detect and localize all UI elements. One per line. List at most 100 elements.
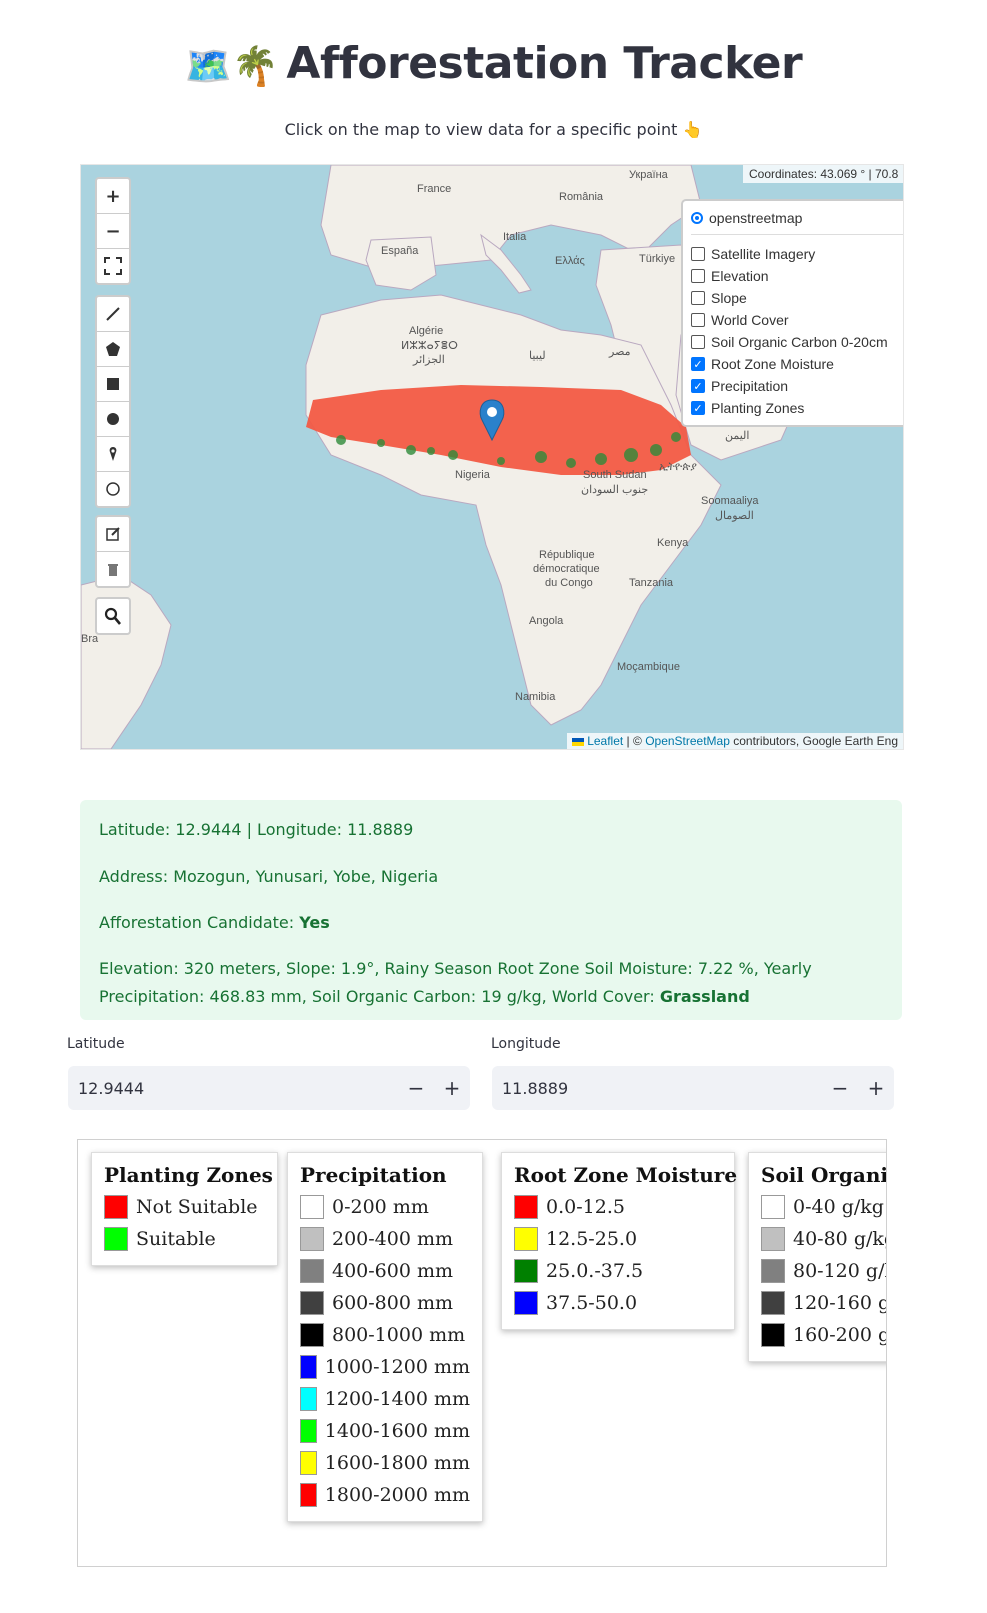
legend-item: Not Suitable	[104, 1191, 265, 1223]
draw-marker-button[interactable]	[97, 437, 129, 472]
legend-panel: Planting Zones Not Suitable Suitable Pre…	[77, 1139, 887, 1567]
latitude-input[interactable]: 12.9444 − +	[68, 1066, 470, 1110]
legend-item: 0.0-12.5	[514, 1191, 722, 1223]
world-cover-value: Grassland	[659, 987, 750, 1006]
legend-swatch	[514, 1227, 538, 1251]
legend-swatch	[761, 1259, 785, 1283]
legend-label: 0-200 mm	[332, 1196, 429, 1218]
longitude-increment-button[interactable]: +	[858, 1076, 894, 1100]
longitude-label: Longitude	[491, 1036, 561, 1052]
map-attribution: Leaflet | © OpenStreetMap contributors, …	[567, 733, 903, 749]
layer-control[interactable]: openstreetmap Satellite Imagery Elevatio…	[681, 199, 903, 427]
map-label-drc: République	[539, 549, 595, 561]
checkbox-checked-icon[interactable]: ✓	[691, 379, 705, 393]
zoom-out-button[interactable]: −	[97, 214, 129, 249]
zoom-in-button[interactable]: +	[97, 179, 129, 214]
overlay-slope[interactable]: Slope	[691, 287, 903, 309]
checkbox-icon[interactable]	[691, 269, 705, 283]
legend-swatch	[761, 1291, 785, 1315]
longitude-decrement-button[interactable]: −	[822, 1076, 858, 1100]
legend-item: 40-80 g/kg	[761, 1223, 886, 1255]
page-title-text: Afforestation Tracker	[286, 38, 803, 89]
fullscreen-icon	[104, 257, 122, 275]
edit-layers-button[interactable]	[97, 517, 129, 552]
map-label-drc-3: du Congo	[545, 577, 593, 589]
overlay-label: Slope	[711, 290, 747, 306]
base-layer-openstreetmap[interactable]: openstreetmap	[691, 207, 903, 229]
checkbox-checked-icon[interactable]: ✓	[691, 401, 705, 415]
legend-item: 1800-2000 mm	[300, 1479, 470, 1511]
legend-item: Suitable	[104, 1223, 265, 1255]
checkbox-icon[interactable]	[691, 335, 705, 349]
map-label-algeria: Algérie	[409, 325, 444, 337]
overlay-label: Elevation	[711, 268, 769, 284]
latitude-label: Latitude	[67, 1036, 125, 1052]
checkbox-icon[interactable]	[691, 313, 705, 327]
legend-label: 800-1000 mm	[332, 1324, 466, 1346]
map-search-button[interactable]	[97, 599, 129, 633]
legend-item: 200-400 mm	[300, 1223, 470, 1255]
overlay-label: Precipitation	[711, 378, 789, 394]
map-label-algeria-tifinagh: ⵍⵣⵣⴰⵢⴻⵔ	[401, 340, 458, 352]
details-text: Elevation: 320 meters, Slope: 1.9°, Rain…	[99, 955, 889, 1011]
draw-circlemarker-button[interactable]	[97, 472, 129, 506]
checkbox-icon[interactable]	[691, 247, 705, 261]
map-label-south-sudan-arabic: جنوب السودان	[581, 484, 649, 496]
circlemarker-icon	[106, 482, 120, 496]
legend-item: 600-800 mm	[300, 1287, 470, 1319]
legend-label: 1200-1400 mm	[324, 1388, 470, 1410]
legend-swatch	[300, 1323, 324, 1347]
point-info-panel: Latitude: 12.9444 | Longitude: 11.8889 A…	[80, 800, 902, 1020]
legend-swatch	[300, 1387, 317, 1411]
polyline-icon	[106, 307, 120, 321]
longitude-input[interactable]: 11.8889 − +	[492, 1066, 894, 1110]
overlay-root-zone-moisture[interactable]: ✓ Root Zone Moisture	[691, 353, 903, 375]
latitude-increment-button[interactable]: +	[434, 1076, 470, 1100]
legend-label: 12.5-25.0	[546, 1228, 638, 1250]
legend-swatch	[104, 1195, 128, 1219]
map-view[interactable]: Україна France România España Italia Ελλ…	[80, 164, 904, 750]
overlay-label: Planting Zones	[711, 400, 805, 416]
map-label-romania: România	[559, 191, 604, 203]
draw-circle-button[interactable]	[97, 402, 129, 437]
draw-polygon-button[interactable]	[97, 332, 129, 367]
legend-swatch	[300, 1355, 317, 1379]
candidate-label: Afforestation Candidate:	[99, 913, 300, 932]
map-palm-emoji-icon: 🗺️🌴	[184, 43, 279, 88]
map-label-kenya: Kenya	[657, 537, 689, 549]
legend-swatch	[761, 1227, 785, 1251]
legend-label: 0-40 g/kg	[793, 1196, 884, 1218]
checkbox-checked-icon[interactable]: ✓	[691, 357, 705, 371]
legend-label: 600-800 mm	[332, 1292, 454, 1314]
latitude-value[interactable]: 12.9444	[68, 1079, 398, 1098]
map-label-libya: ليبيا	[529, 350, 546, 362]
legend-label: 37.5-50.0	[546, 1292, 638, 1314]
osm-link[interactable]: OpenStreetMap	[645, 734, 730, 748]
overlay-world-cover[interactable]: World Cover	[691, 309, 903, 331]
legend-item: 25.0.-37.5	[514, 1255, 722, 1287]
legend-swatch	[300, 1483, 317, 1507]
checkbox-icon[interactable]	[691, 291, 705, 305]
map-label-italia: Italia	[503, 231, 527, 243]
legend-swatch	[761, 1323, 785, 1347]
leaflet-link[interactable]: Leaflet	[587, 734, 623, 748]
latitude-decrement-button[interactable]: −	[398, 1076, 434, 1100]
radio-selected-icon[interactable]	[691, 212, 703, 224]
draw-polyline-button[interactable]	[97, 297, 129, 332]
overlay-satellite-imagery[interactable]: Satellite Imagery	[691, 243, 903, 265]
overlay-planting-zones[interactable]: ✓ Planting Zones	[691, 397, 903, 419]
delete-layers-button[interactable]	[97, 552, 129, 586]
legend-item: 12.5-25.0	[514, 1223, 722, 1255]
longitude-value[interactable]: 11.8889	[492, 1079, 822, 1098]
map-label-somalia-arabic: الصومال	[715, 510, 754, 522]
draw-rectangle-button[interactable]	[97, 367, 129, 402]
fullscreen-button[interactable]	[97, 249, 129, 283]
map-label-somalia: Soomaaliya	[701, 495, 759, 507]
map-label-nigeria: Nigeria	[455, 469, 490, 481]
overlay-elevation[interactable]: Elevation	[691, 265, 903, 287]
overlay-soil-organic-carbon[interactable]: Soil Organic Carbon 0-20cm	[691, 331, 903, 353]
base-layer-label: openstreetmap	[709, 210, 803, 226]
overlay-precipitation[interactable]: ✓ Precipitation	[691, 375, 903, 397]
legend-item: 0-200 mm	[300, 1191, 470, 1223]
coordinates-readout: Coordinates: 43.069 ° | 70.8	[743, 165, 903, 183]
